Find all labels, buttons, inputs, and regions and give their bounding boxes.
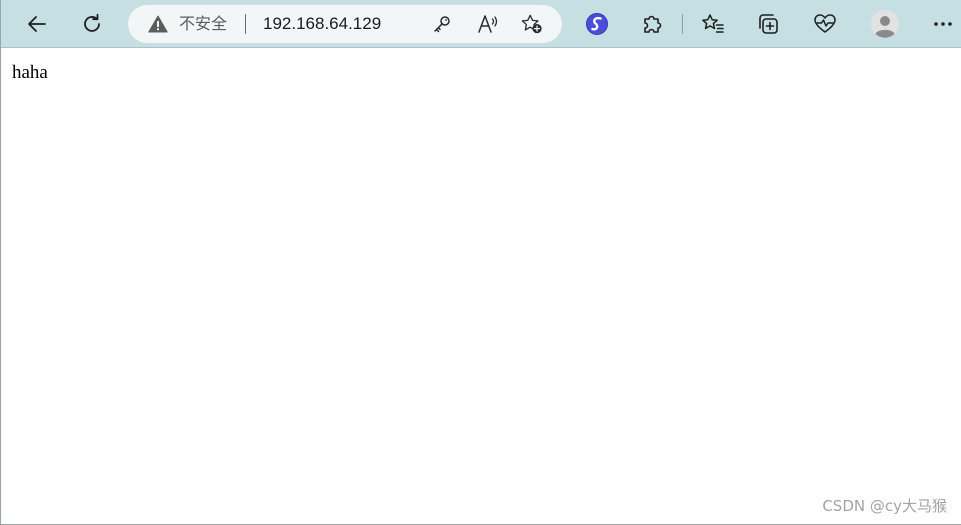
ellipsis-icon <box>934 22 952 26</box>
password-key-button[interactable] <box>431 13 453 35</box>
back-button[interactable] <box>21 8 53 40</box>
read-aloud-icon <box>478 15 498 33</box>
s-logo-icon <box>586 13 608 35</box>
profile-button[interactable] <box>871 10 899 38</box>
favorites-list-icon <box>702 14 724 33</box>
browser-toolbar: 不安全 192.168.64.129 <box>1 0 961 48</box>
page-content: haha CSDN @cy大马猴 <box>2 49 961 524</box>
refresh-icon <box>84 13 100 32</box>
address-separator <box>245 14 246 34</box>
collections-button[interactable] <box>752 8 784 40</box>
extensions-button[interactable] <box>636 8 668 40</box>
browser-window: 不安全 192.168.64.129 haha CSDN @cy大马猴 <box>0 0 961 525</box>
back-arrow-icon <box>28 16 46 32</box>
profile-avatar-icon <box>871 10 899 38</box>
csdn-watermark: CSDN @cy大马猴 <box>822 497 947 515</box>
more-menu-button[interactable] <box>927 8 959 40</box>
favorites-button[interactable] <box>697 8 729 40</box>
key-icon <box>434 16 450 33</box>
security-status-label[interactable]: 不安全 <box>179 14 227 34</box>
browser-essentials-button[interactable] <box>809 8 841 40</box>
warning-triangle-icon[interactable] <box>148 15 168 33</box>
url-text[interactable]: 192.168.64.129 <box>263 14 381 34</box>
toolbar-divider <box>682 14 683 34</box>
add-favorite-button[interactable] <box>521 13 543 35</box>
read-aloud-button[interactable] <box>477 13 499 35</box>
heart-pulse-icon <box>814 14 836 33</box>
collections-icon <box>759 14 778 34</box>
refresh-button[interactable] <box>76 8 108 40</box>
extension-s-button[interactable] <box>581 8 613 40</box>
address-bar[interactable]: 不安全 192.168.64.129 <box>128 5 562 43</box>
page-body-text: haha <box>12 62 48 83</box>
puzzle-icon <box>644 15 662 33</box>
add-favorite-star-icon <box>521 14 542 34</box>
